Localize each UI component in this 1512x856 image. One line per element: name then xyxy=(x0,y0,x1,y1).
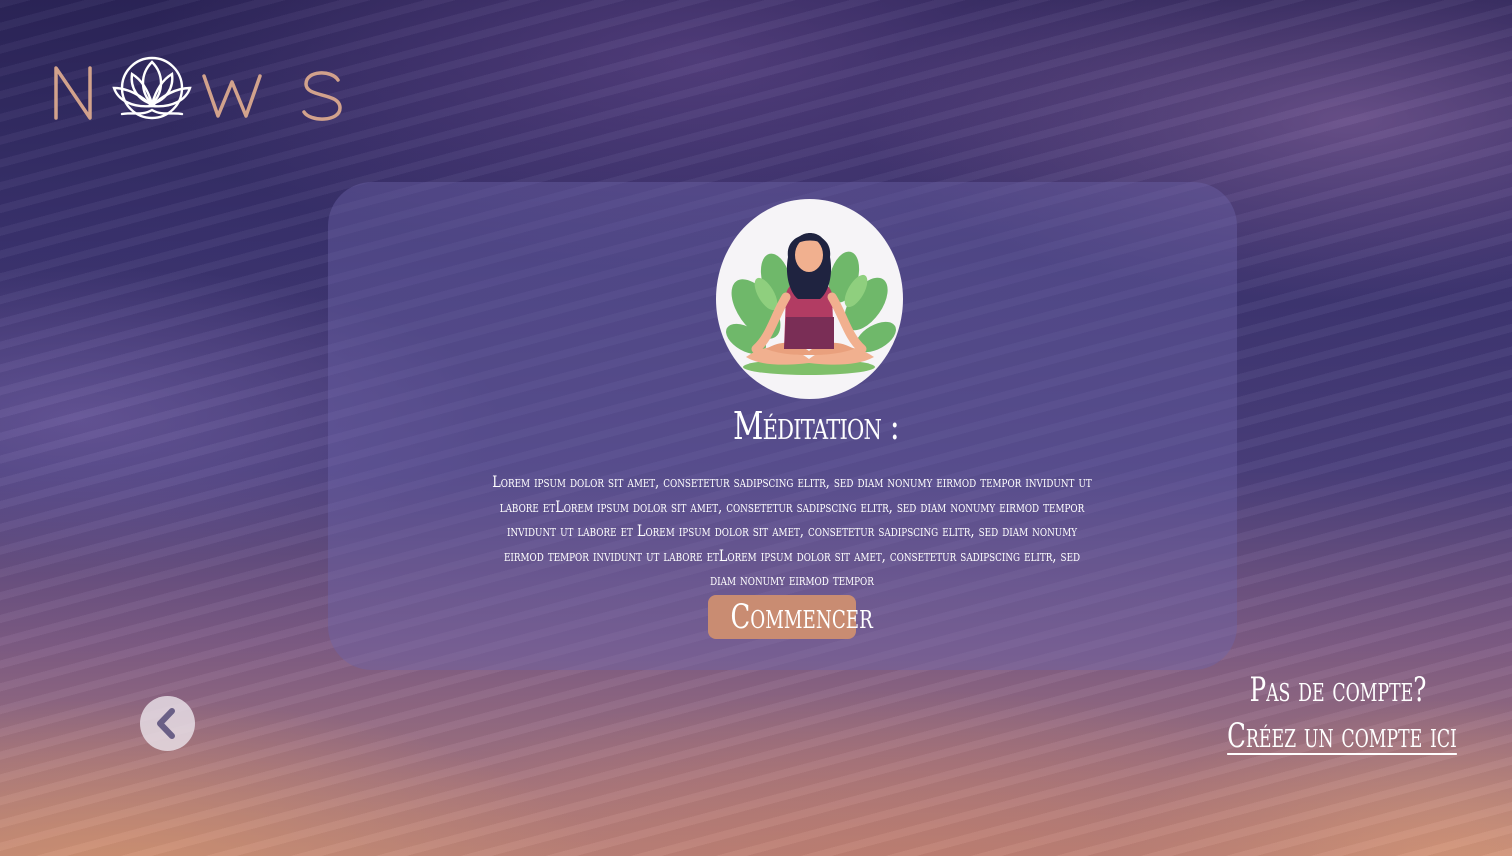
chevron-left-icon xyxy=(157,708,175,739)
meditation-description: Lorem ipsum dolor sit amet, consetetur s… xyxy=(492,472,1092,589)
create-account-link[interactable]: Créez un compte ici xyxy=(1227,716,1457,756)
start-button[interactable]: Commencer xyxy=(708,595,873,639)
meditation-title: Méditation : xyxy=(733,404,900,448)
nows-logo xyxy=(52,52,352,126)
no-account-text: Pas de compte? xyxy=(1249,670,1427,710)
meditation-illustration-icon xyxy=(716,199,903,399)
back-button[interactable] xyxy=(140,696,195,751)
start-button-label: Commencer xyxy=(730,597,873,637)
